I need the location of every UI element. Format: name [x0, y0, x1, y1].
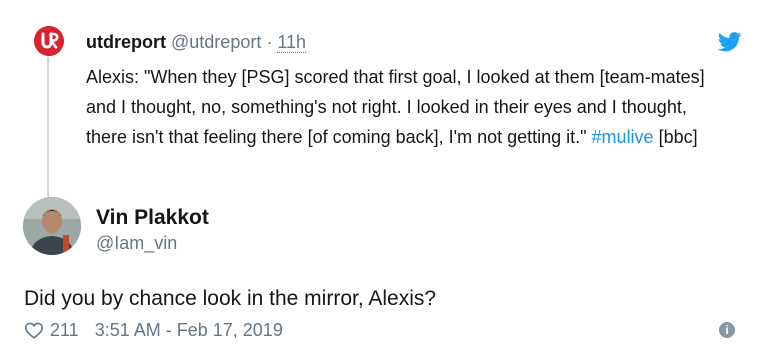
author-name[interactable]: Vin Plakkot [96, 205, 209, 231]
quoted-tweet-header: utdreport @utdreport · 11h [86, 31, 307, 53]
header-separator: · [266, 32, 273, 52]
avatar[interactable] [23, 197, 81, 255]
like-button[interactable]: 211 [24, 318, 79, 342]
tweet-footer: 211 3:51 AM - Feb 17, 2019 [24, 318, 283, 342]
tweet-timestamp[interactable]: 3:51 AM - Feb 17, 2019 [95, 318, 283, 342]
twitter-bird-icon[interactable] [718, 32, 742, 52]
user-photo-icon [23, 197, 81, 255]
heart-outline-icon [24, 322, 44, 339]
thread-line [47, 57, 49, 215]
utdreport-avatar[interactable] [34, 26, 64, 56]
info-circle-icon[interactable]: i [719, 322, 735, 338]
quoted-tweet-text: Alexis: "When they [PSG] scored that fir… [86, 62, 726, 152]
tweet-text: Did you by chance look in the mirror, Al… [24, 287, 437, 310]
utdreport-logo-icon [34, 26, 64, 56]
quoted-text-tail: [bbc] [658, 127, 698, 147]
quoted-tweet-time[interactable]: 11h [277, 32, 307, 53]
author-handle[interactable]: @Iam_vin [96, 232, 177, 254]
quoted-author-name[interactable]: utdreport [86, 32, 166, 52]
quoted-author-handle[interactable]: @utdreport [171, 32, 261, 52]
quoted-tweet[interactable]: utdreport @utdreport · 11h Alexis: "When… [34, 26, 754, 215]
like-count: 211 [50, 320, 79, 340]
hashtag-link[interactable]: #mulive [592, 127, 654, 147]
